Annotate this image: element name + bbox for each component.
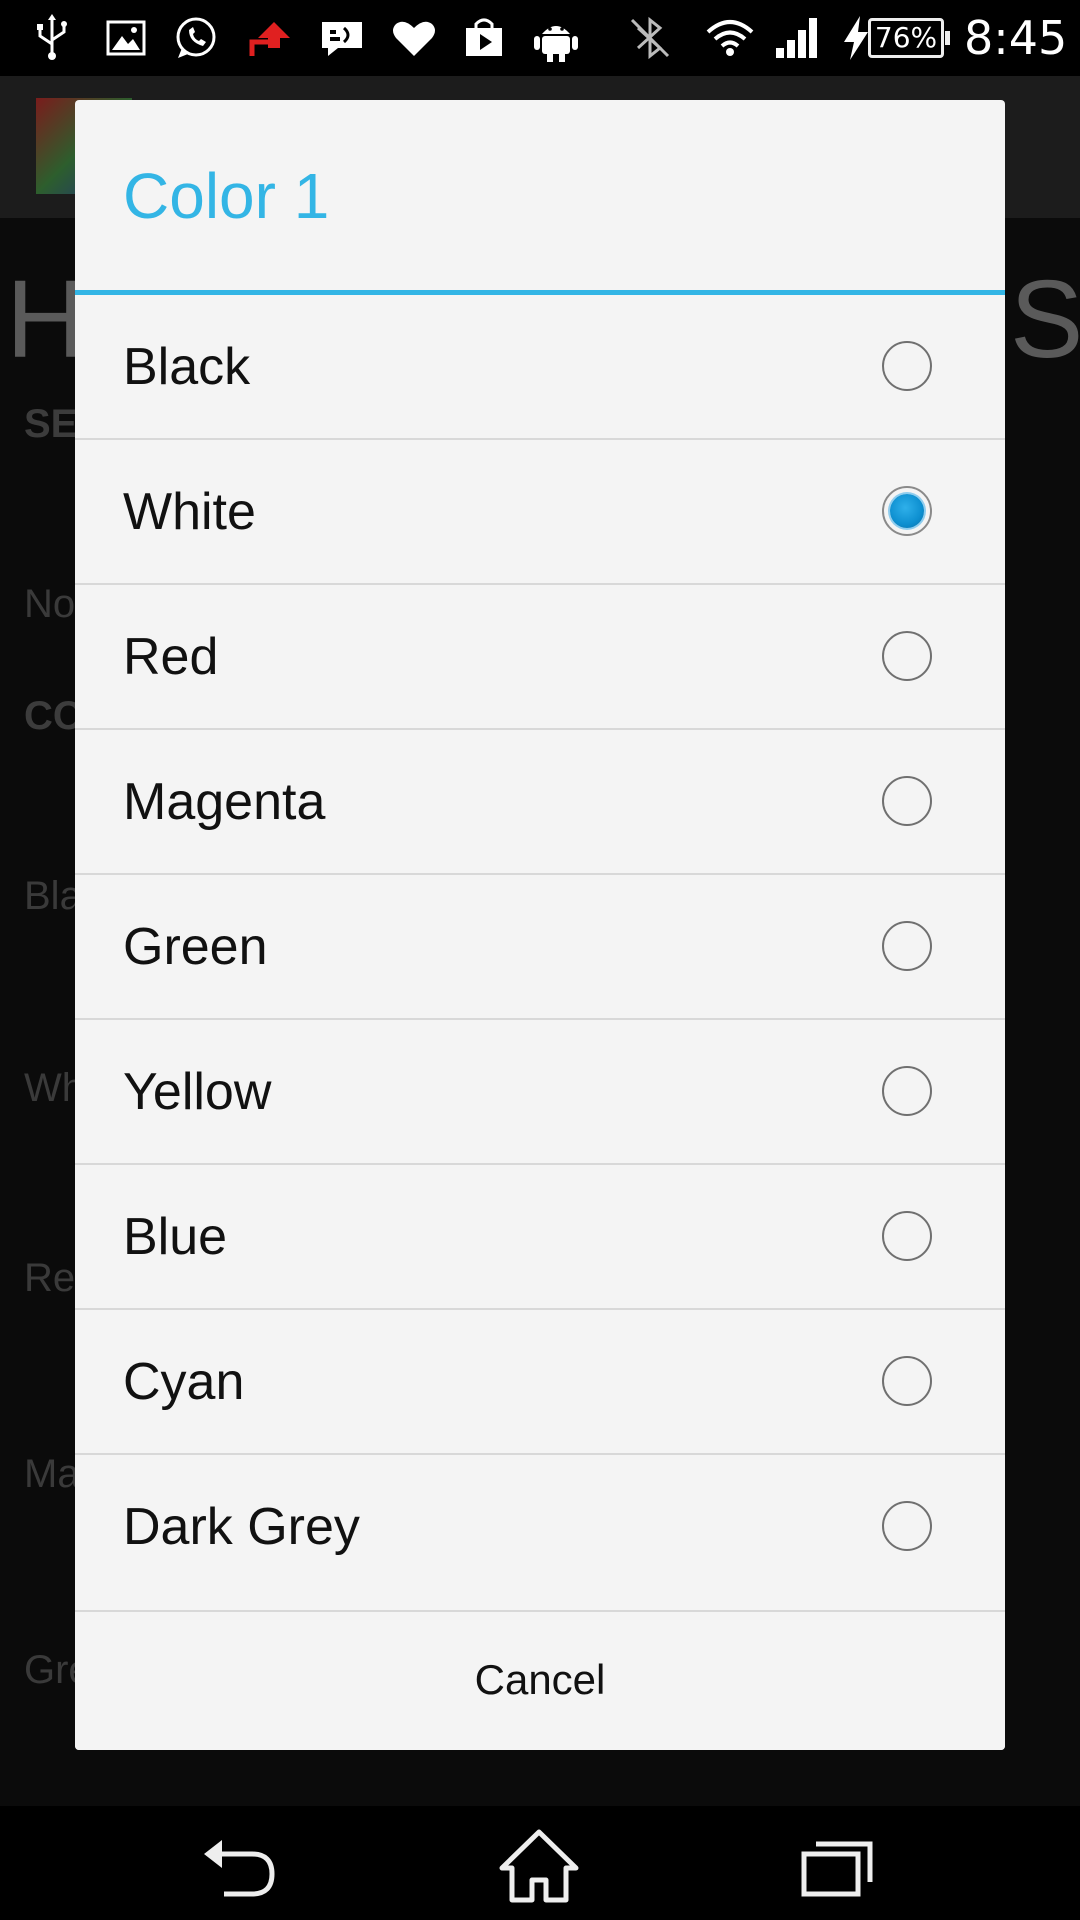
background-row: Re — [24, 1256, 76, 1300]
option-label: Yellow — [123, 1063, 272, 1121]
battery-level: 76% — [874, 21, 938, 54]
radio-button-selected[interactable] — [882, 486, 932, 536]
color-option-black[interactable]: Black — [75, 295, 1005, 440]
signal-icon — [772, 12, 824, 64]
radio-button[interactable] — [882, 1211, 932, 1261]
radio-button[interactable] — [882, 1501, 932, 1551]
option-label: White — [123, 483, 256, 541]
dialog-title: Color 1 — [123, 160, 330, 232]
background-row: SE — [24, 402, 78, 446]
heart-icon — [388, 12, 440, 64]
color-option-dark-grey[interactable]: Dark Grey — [75, 1455, 1005, 1600]
color-option-yellow[interactable]: Yellow — [75, 1020, 1005, 1165]
android-icon — [530, 12, 582, 64]
bluetooth-off-icon — [624, 12, 676, 64]
radio-button[interactable] — [882, 1066, 932, 1116]
background-row: Bla — [24, 874, 82, 918]
battery-icon: 76% — [868, 18, 950, 58]
status-bar: 76% 8:45 — [0, 0, 1080, 76]
background-title-left: H — [6, 258, 86, 381]
option-label: Dark Grey — [123, 1498, 360, 1556]
color-option-list: Black White Red Magenta Green Yellow Blu… — [75, 295, 1005, 1600]
background-row: Ma — [24, 1452, 80, 1496]
clock: 8:45 — [964, 11, 1068, 65]
screen: 76% 8:45 H S SE No CO Bla Wh Re Ma Gre C… — [0, 0, 1080, 1920]
color-picker-dialog: Color 1 Black White Red Magenta Green Ye… — [75, 100, 1005, 1750]
background-title-right: S — [1010, 258, 1080, 381]
recent-apps-icon[interactable] — [794, 1826, 884, 1906]
play-store-icon — [458, 12, 510, 64]
message-icon — [316, 12, 368, 64]
color-option-cyan[interactable]: Cyan — [75, 1310, 1005, 1455]
option-label: Magenta — [123, 773, 326, 831]
upload-icon — [244, 12, 296, 64]
gallery-icon — [100, 12, 152, 64]
radio-button[interactable] — [882, 631, 932, 681]
navigation-bar — [0, 1806, 1080, 1920]
cancel-button[interactable]: Cancel — [75, 1610, 1005, 1750]
home-icon[interactable] — [494, 1826, 584, 1906]
color-option-blue[interactable]: Blue — [75, 1165, 1005, 1310]
usb-icon — [26, 12, 78, 64]
color-option-white[interactable]: White — [75, 440, 1005, 585]
radio-button[interactable] — [882, 776, 932, 826]
radio-button[interactable] — [882, 921, 932, 971]
color-option-red[interactable]: Red — [75, 585, 1005, 730]
option-label: Blue — [123, 1208, 228, 1266]
radio-button[interactable] — [882, 1356, 932, 1406]
option-label: Cyan — [123, 1353, 245, 1411]
background-row: No — [24, 582, 76, 626]
radio-button[interactable] — [882, 341, 932, 391]
option-label: Red — [123, 628, 219, 686]
wifi-icon — [704, 12, 756, 64]
whatsapp-icon — [170, 12, 222, 64]
option-label: Green — [123, 918, 268, 976]
color-option-magenta[interactable]: Magenta — [75, 730, 1005, 875]
color-option-green[interactable]: Green — [75, 875, 1005, 1020]
option-label: Black — [123, 338, 251, 396]
back-icon[interactable] — [196, 1826, 286, 1906]
